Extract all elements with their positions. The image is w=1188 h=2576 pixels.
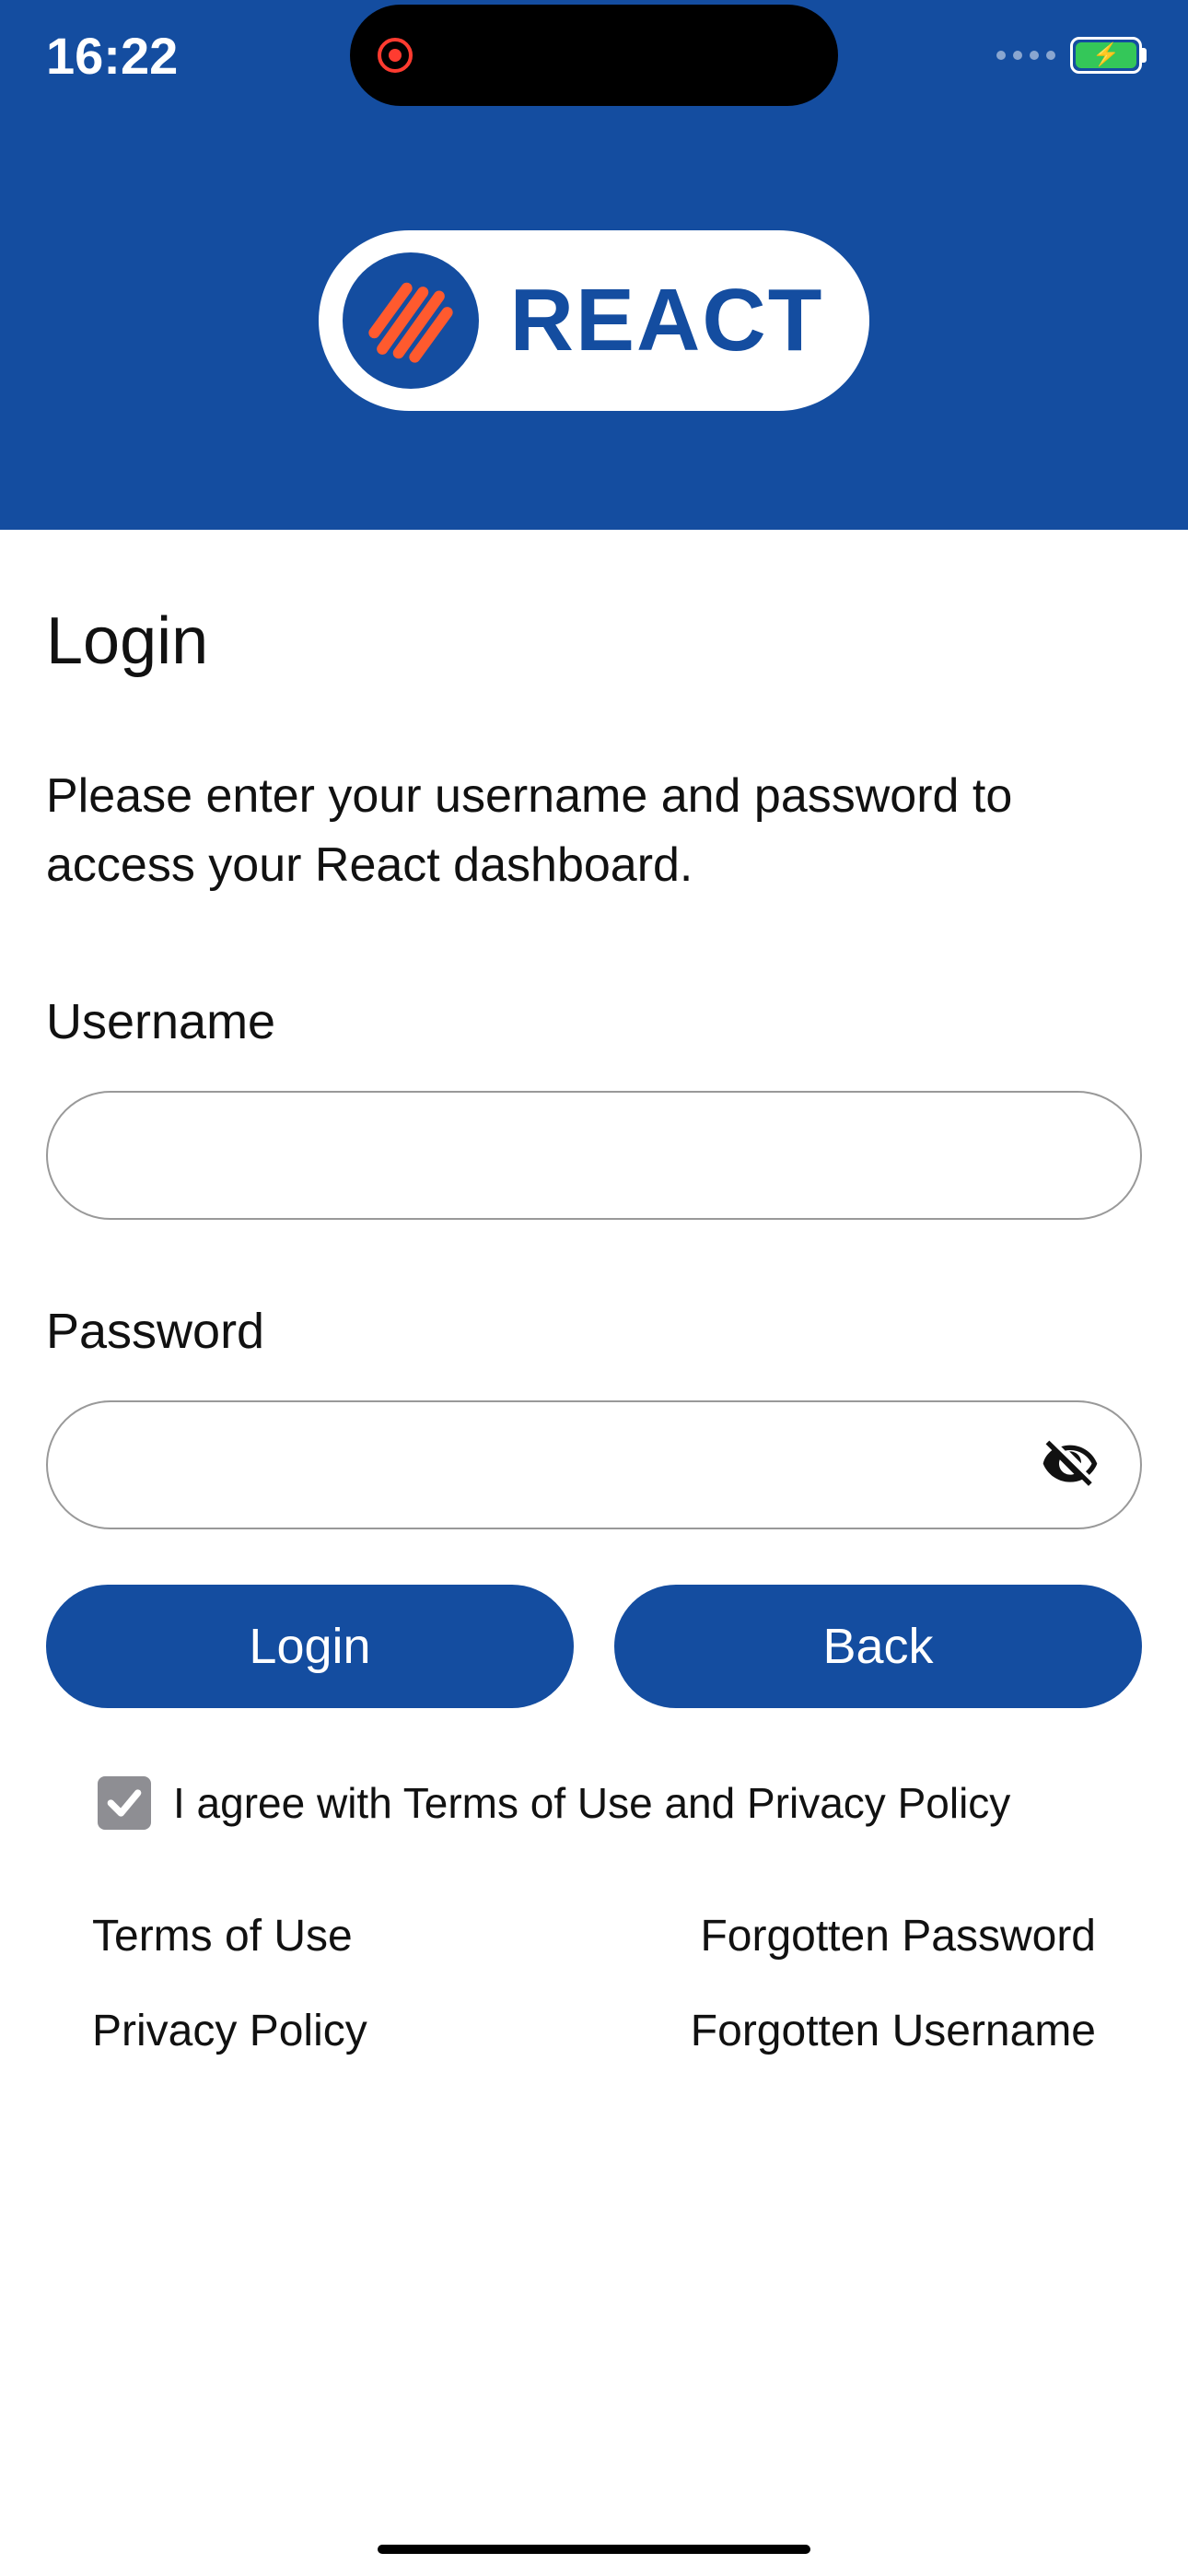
- links-row: Terms of Use Privacy Policy Forgotten Pa…: [46, 1911, 1142, 2056]
- toggle-password-visibility-icon[interactable]: [1037, 1432, 1103, 1498]
- username-input[interactable]: [85, 1093, 1103, 1218]
- login-button[interactable]: Login: [46, 1585, 574, 1708]
- agree-text: I agree with Terms of Use and Privacy Po…: [173, 1778, 1010, 1828]
- forgotten-username-link[interactable]: Forgotten Username: [691, 2006, 1096, 2056]
- home-indicator: [378, 2545, 810, 2554]
- action-row: Login Back: [46, 1585, 1142, 1708]
- login-screen: Login Please enter your username and pas…: [0, 530, 1188, 2056]
- recording-indicator-icon: [378, 38, 413, 73]
- password-label: Password: [46, 1303, 1142, 1360]
- links-right: Forgotten Password Forgotten Username: [691, 1911, 1096, 2056]
- brand-name: REACT: [510, 270, 824, 371]
- password-field-wrap[interactable]: [46, 1400, 1142, 1529]
- terms-of-use-link[interactable]: Terms of Use: [92, 1911, 367, 1961]
- links-left: Terms of Use Privacy Policy: [92, 1911, 367, 2056]
- privacy-policy-link[interactable]: Privacy Policy: [92, 2006, 367, 2056]
- status-time: 16:22: [46, 26, 178, 86]
- brand-mark-icon: [343, 252, 479, 389]
- signal-dots-icon: [996, 51, 1055, 60]
- charging-bolt-icon: ⚡: [1092, 44, 1120, 66]
- agree-row: I agree with Terms of Use and Privacy Po…: [46, 1776, 1142, 1830]
- agree-checkbox[interactable]: [98, 1776, 151, 1830]
- username-label: Username: [46, 993, 1142, 1050]
- password-input[interactable]: [85, 1402, 1037, 1528]
- page-description: Please enter your username and password …: [46, 762, 1142, 901]
- status-bar: 16:22 ⚡: [0, 0, 1188, 111]
- app-header: REACT: [0, 111, 1188, 530]
- brand-logo: REACT: [319, 230, 870, 411]
- battery-icon: ⚡: [1070, 37, 1142, 74]
- status-right: ⚡: [996, 37, 1142, 74]
- back-button[interactable]: Back: [614, 1585, 1142, 1708]
- forgotten-password-link[interactable]: Forgotten Password: [691, 1911, 1096, 1961]
- dynamic-island: [350, 5, 838, 106]
- page-title: Login: [46, 603, 1142, 679]
- username-field-wrap[interactable]: [46, 1091, 1142, 1220]
